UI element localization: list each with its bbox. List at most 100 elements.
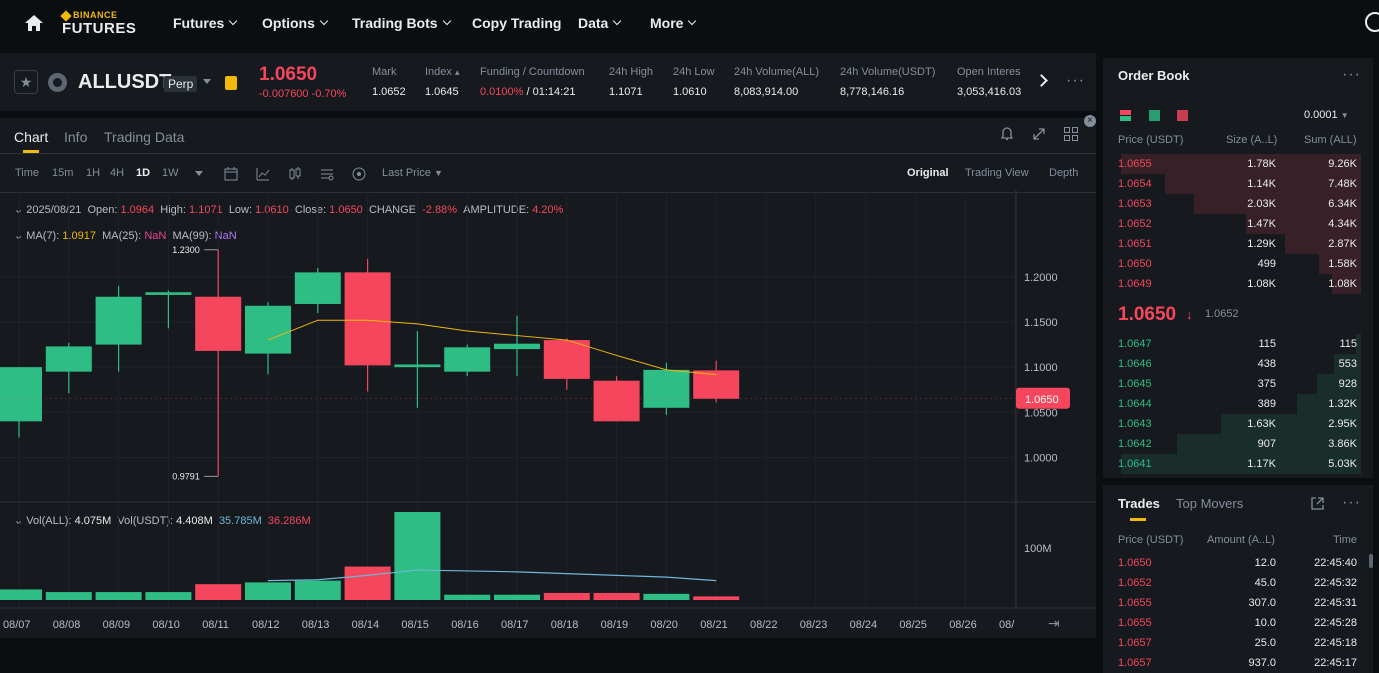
tab-info[interactable]: Info xyxy=(64,129,87,145)
trade-row: 1.0650 12.0 22:45:40 xyxy=(1103,553,1373,573)
view-asks-icon[interactable] xyxy=(1177,110,1188,121)
view-trading-view[interactable]: Trading View xyxy=(965,167,1029,179)
tab-trades[interactable]: Trades xyxy=(1118,496,1160,511)
close-icon[interactable]: × xyxy=(1084,115,1096,127)
ob-sum: 2.87K xyxy=(1328,238,1357,250)
orderbook-row[interactable]: 1.0650 499 1.58K xyxy=(1103,254,1373,274)
symbol-name[interactable]: ALLUSDT xyxy=(78,71,171,94)
orderbook-row[interactable]: 1.0655 1.78K 9.26K xyxy=(1103,154,1373,174)
candle-body xyxy=(245,305,291,354)
ob-sum: 553 xyxy=(1338,358,1357,370)
orderbook-row[interactable]: 1.0646 438 553 xyxy=(1103,354,1373,374)
trade-price: 1.0657 xyxy=(1118,657,1152,669)
tf-time[interactable]: Time xyxy=(15,167,39,179)
trade-amount: 25.0 xyxy=(1254,637,1276,649)
y-tick-label: 1.2000 xyxy=(1024,272,1058,284)
chevron-down-icon xyxy=(319,16,329,26)
view-depth[interactable]: Depth xyxy=(1049,167,1078,179)
stat-mark: Mark 1.0652 xyxy=(372,66,406,98)
user-icon[interactable] xyxy=(1365,12,1379,32)
orderbook-row[interactable]: 1.0654 1.14K 7.48K xyxy=(1103,174,1373,194)
x-tick-label: 08/24 xyxy=(850,619,878,631)
nav-futures[interactable]: Futures xyxy=(173,15,238,31)
volume-bar xyxy=(543,592,590,600)
tf-1h[interactable]: 1H xyxy=(86,167,100,179)
orderbook-row[interactable]: 1.0649 1.08K 1.08K xyxy=(1103,274,1373,294)
candle-body xyxy=(145,292,192,295)
ob-price: 1.0645 xyxy=(1118,378,1152,390)
tf-1w[interactable]: 1W xyxy=(162,167,179,179)
orderbook-row[interactable]: 1.0651 1.29K 2.87K xyxy=(1103,234,1373,254)
home-icon[interactable] xyxy=(24,13,44,33)
tick-size-select[interactable]: 0.0001 ▼ xyxy=(1304,109,1349,121)
more-dots-icon[interactable]: ··· xyxy=(1342,494,1361,512)
x-tick-label: 08/07 xyxy=(3,619,31,631)
candlestick-chart[interactable]: 1.2000 1.1500 1.1000 1.0500 1.0000 1.2300 0.97… xyxy=(0,190,1096,638)
candle-body xyxy=(95,296,142,345)
x-tick-label: 08/ xyxy=(999,619,1015,631)
view-both-icon[interactable] xyxy=(1120,110,1131,121)
orderbook-row[interactable]: 1.0652 1.47K 4.34K xyxy=(1103,214,1373,234)
ob-sum: 6.34K xyxy=(1328,198,1357,210)
bell-icon[interactable] xyxy=(999,126,1015,142)
ob-header-size: Size (A..L) xyxy=(1226,134,1278,146)
view-bids-icon[interactable] xyxy=(1149,110,1160,121)
more-dots-icon[interactable]: ··· xyxy=(1342,66,1361,84)
orderbook-row[interactable]: 1.0653 2.03K 6.34K xyxy=(1103,194,1373,214)
popout-icon[interactable] xyxy=(1310,496,1325,511)
scrollbar[interactable] xyxy=(1369,554,1373,568)
binance-futures-logo[interactable]: BINANCE FUTURES xyxy=(60,9,136,36)
candle-type-icon[interactable] xyxy=(287,166,303,182)
orderbook-row[interactable]: 1.0647 115 115 xyxy=(1103,334,1373,354)
ob-mark-price: 1.0652 xyxy=(1205,308,1239,320)
y-tick-label: 1.1000 xyxy=(1024,362,1058,374)
more-dots-icon[interactable]: ··· xyxy=(1066,72,1085,90)
trade-time: 22:45:28 xyxy=(1314,617,1357,629)
orderbook-row[interactable]: 1.0645 375 928 xyxy=(1103,374,1373,394)
orderbook-row[interactable]: 1.0642 907 3.86K xyxy=(1103,434,1373,454)
candle-body xyxy=(643,369,690,408)
tf-4h[interactable]: 4H xyxy=(110,167,124,179)
ob-sum: 1.32K xyxy=(1328,398,1357,410)
nav-more[interactable]: More xyxy=(650,15,697,31)
x-tick-label: 08/25 xyxy=(899,619,927,631)
nav-options[interactable]: Options xyxy=(262,15,329,31)
nav-trading-bots[interactable]: Trading Bots xyxy=(352,15,451,31)
tab-trading-data[interactable]: Trading Data xyxy=(104,129,184,145)
layout-grid-icon[interactable] xyxy=(1063,126,1079,142)
tf-15m[interactable]: 15m xyxy=(52,167,73,179)
indicator-icon[interactable] xyxy=(255,166,271,182)
orderbook-row[interactable]: 1.0641 1.17K 5.03K xyxy=(1103,454,1373,474)
chevron-down-icon xyxy=(442,16,451,26)
ob-price: 1.0653 xyxy=(1118,198,1152,210)
orderbook-row[interactable]: 1.0643 1.63K 2.95K xyxy=(1103,414,1373,434)
candle-body xyxy=(693,370,740,399)
x-tick-label: 08/10 xyxy=(152,619,180,631)
favorite-star-icon[interactable]: ★ xyxy=(14,70,38,94)
price-type-select[interactable]: Last Price ▼ xyxy=(382,167,443,179)
trade-time: 22:45:18 xyxy=(1314,637,1357,649)
tab-top-movers[interactable]: Top Movers xyxy=(1176,496,1243,511)
candle-body xyxy=(45,346,92,372)
x-tick-label: 08/11 xyxy=(202,619,229,631)
calendar-icon[interactable] xyxy=(223,166,239,182)
ob-price: 1.0646 xyxy=(1118,358,1152,370)
ob-header-sum: Sum (ALL) xyxy=(1304,134,1357,146)
settings-sliders-icon[interactable] xyxy=(319,166,335,182)
view-original[interactable]: Original xyxy=(907,167,949,179)
orderbook-row[interactable]: 1.0644 389 1.32K xyxy=(1103,394,1373,414)
ob-size: 375 xyxy=(1257,378,1276,390)
symbol-dropdown-icon[interactable] xyxy=(203,79,211,84)
target-icon[interactable] xyxy=(351,166,367,182)
tf-1d[interactable]: 1D xyxy=(136,167,150,179)
ob-size: 1.14K xyxy=(1247,178,1276,190)
price-change: -0.007600 -0.70% xyxy=(259,88,347,100)
tab-chart[interactable]: Chart xyxy=(14,129,48,145)
expand-icon[interactable] xyxy=(1031,126,1047,142)
coin-icon xyxy=(48,73,67,92)
caret-down-icon: ▼ xyxy=(433,168,443,178)
ob-size: 389 xyxy=(1257,398,1276,410)
timeframe-dropdown-icon[interactable] xyxy=(195,171,203,176)
nav-data[interactable]: Data xyxy=(578,15,622,31)
nav-copy-trading[interactable]: Copy Trading xyxy=(472,15,561,31)
